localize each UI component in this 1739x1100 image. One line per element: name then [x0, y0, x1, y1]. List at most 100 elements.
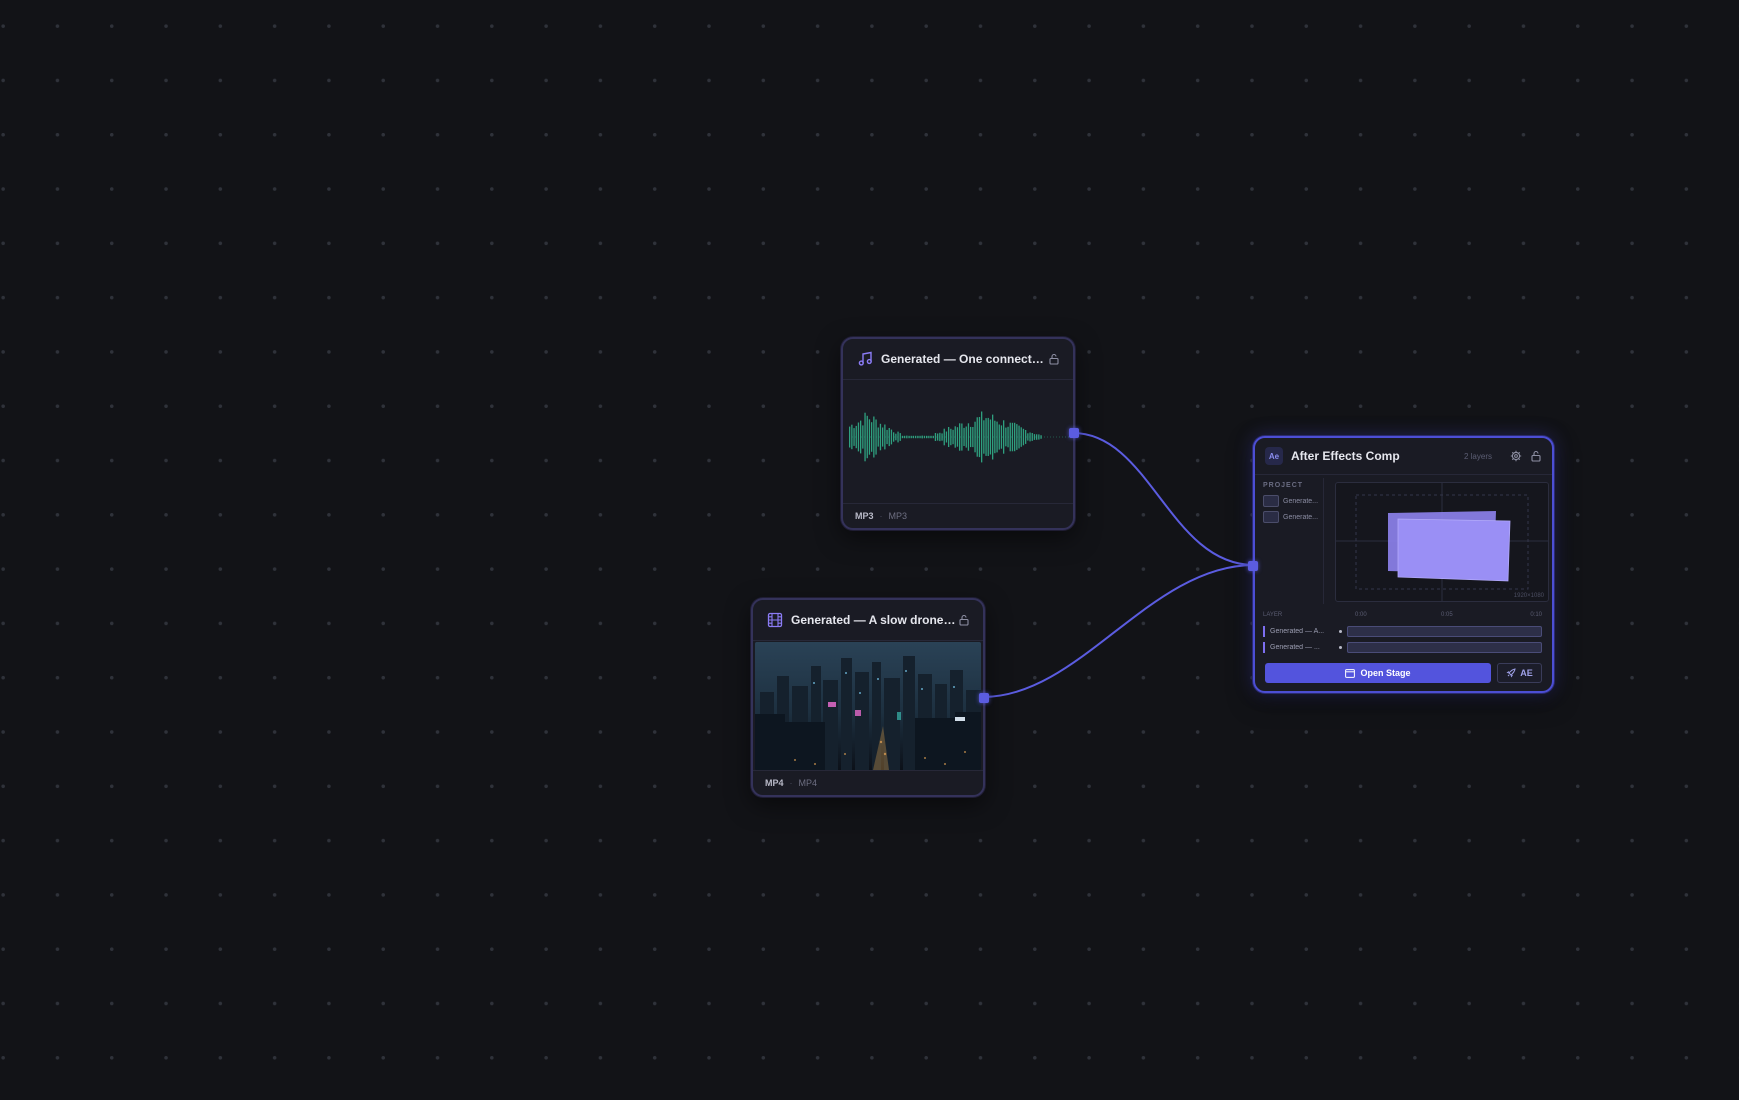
timeline-track[interactable]: Generated — ...	[1263, 640, 1542, 654]
format-secondary-label: MP4	[798, 778, 818, 788]
waveform-bar	[862, 425, 864, 449]
video-node-header[interactable]: Generated — A slow drone s...	[753, 600, 983, 641]
music-note-icon	[857, 351, 873, 367]
timeline-tick: 0:05	[1441, 612, 1453, 618]
timeline: LAYER 0:00 0:05 0:10 Generated — A... Ge…	[1263, 612, 1542, 654]
after-effects-icon: Ae	[1265, 447, 1283, 465]
waveform-bar	[943, 428, 945, 446]
track-clip[interactable]	[1347, 641, 1542, 653]
audio-node-header[interactable]: Generated — One connection...	[843, 339, 1073, 380]
waveform-bar	[956, 427, 959, 447]
waveform-bar	[919, 435, 921, 439]
track-color-bar	[1263, 625, 1265, 637]
waveform-bar	[906, 435, 908, 439]
waveform-bar	[886, 429, 888, 445]
waveform-bar	[1022, 428, 1025, 446]
ae-actions: Open Stage AE	[1265, 663, 1542, 683]
project-panel-title: PROJECT	[1263, 482, 1304, 489]
track-clip[interactable]	[1347, 625, 1542, 637]
track-visibility-dot[interactable]	[1339, 629, 1342, 633]
waveform-bar	[864, 412, 866, 462]
waveform-bar	[937, 433, 939, 441]
waveform-bar	[921, 435, 923, 439]
waveform-bar	[1020, 427, 1022, 447]
waveform-bar	[987, 417, 989, 456]
node-canvas[interactable]: Generated — One connection... MP3 · MP3	[0, 0, 1739, 1100]
waveform-bar	[1025, 430, 1027, 444]
comp-viewer[interactable]: 1920×1080	[1335, 482, 1549, 602]
layers-count: 2 layers	[1463, 451, 1492, 461]
waveform-bar	[983, 420, 985, 454]
project-item-label: Generate...	[1283, 497, 1319, 505]
waveform-bar	[899, 433, 901, 441]
video-output-port[interactable]	[979, 693, 989, 703]
waveform-bar	[928, 435, 930, 439]
timeline-track[interactable]: Generated — A...	[1263, 624, 1542, 638]
track-visibility-dot[interactable]	[1339, 645, 1342, 649]
waveform-bar	[1016, 424, 1018, 450]
lock-icon[interactable]	[957, 613, 971, 627]
waveform-bar	[879, 423, 882, 451]
lock-icon[interactable]	[1530, 450, 1542, 462]
waveform-bar	[989, 419, 992, 455]
project-item-label: Generate...	[1283, 513, 1319, 521]
waveform-bar	[985, 418, 987, 456]
waveform-bar	[978, 417, 981, 458]
waveform-bar	[1027, 433, 1029, 441]
waveform-bar	[992, 414, 994, 460]
format-label: MP3	[855, 511, 874, 521]
edge-audio-to-ae	[1072, 432, 1255, 566]
waveform-bar	[950, 428, 952, 446]
edge-video-to-ae	[982, 564, 1255, 698]
waveform-bar	[860, 420, 862, 454]
waveform-bar	[908, 435, 910, 439]
audio-node-footer: MP3 · MP3	[843, 503, 1073, 528]
waveform-bar	[1011, 422, 1014, 452]
project-item[interactable]: Generate...	[1263, 511, 1323, 523]
comp-layer-front	[1397, 518, 1511, 582]
waveform-bar	[972, 427, 974, 448]
waveform-bar	[1000, 425, 1003, 449]
audio-output-port[interactable]	[1069, 428, 1079, 438]
waveform-bar	[868, 419, 871, 455]
waveform-bar	[1040, 435, 1042, 439]
project-item[interactable]: Generate...	[1263, 495, 1323, 507]
waveform-bar	[1014, 422, 1016, 452]
waveform-bar	[1018, 425, 1020, 449]
ae-input-port[interactable]	[1248, 561, 1258, 571]
waveform-bar	[915, 435, 917, 439]
waveform-bar	[1003, 420, 1005, 454]
track-label: Generated — ...	[1270, 643, 1320, 651]
video-node[interactable]: Generated — A slow drone s... MP4 · MP4	[751, 598, 989, 797]
waveform-bar	[897, 431, 899, 443]
waveform-bar	[884, 424, 886, 450]
format-secondary-label: MP3	[888, 511, 908, 521]
waveform-bar	[941, 433, 943, 441]
waveform-bar	[945, 431, 948, 443]
project-panel: PROJECT Generate... Generate...	[1259, 478, 1324, 604]
video-node-footer: MP4 · MP4	[753, 770, 983, 795]
waveform-bar	[1029, 432, 1031, 442]
waveform-bar	[871, 422, 873, 452]
open-stage-button[interactable]: Open Stage	[1265, 663, 1491, 683]
timeline-layer-header: LAYER	[1263, 612, 1283, 618]
ae-node-header[interactable]: Ae After Effects Comp 2 layers	[1255, 438, 1552, 475]
waveform-bar	[976, 417, 978, 457]
export-ae-button[interactable]: AE	[1497, 663, 1542, 683]
lock-icon[interactable]	[1047, 352, 1061, 366]
waveform-bar	[998, 424, 1000, 450]
waveform-bar	[917, 435, 919, 439]
waveform-bar	[954, 426, 956, 448]
window-icon	[1345, 668, 1356, 678]
waveform-bar	[926, 435, 928, 439]
audio-waveform	[845, 381, 1071, 485]
audio-node[interactable]: Generated — One connection... MP3 · MP3	[841, 337, 1079, 530]
film-icon	[767, 612, 783, 628]
waveform-bar	[934, 433, 937, 441]
after-effects-comp-node[interactable]: Ae After Effects Comp 2 layers PROJECT G…	[1248, 436, 1554, 693]
comp-resolution: 1920×1080	[1513, 593, 1544, 599]
export-ae-label: AE	[1520, 668, 1533, 678]
gear-icon[interactable]	[1510, 450, 1522, 462]
waveform-bar	[855, 425, 857, 449]
waveform-bar	[970, 426, 972, 448]
